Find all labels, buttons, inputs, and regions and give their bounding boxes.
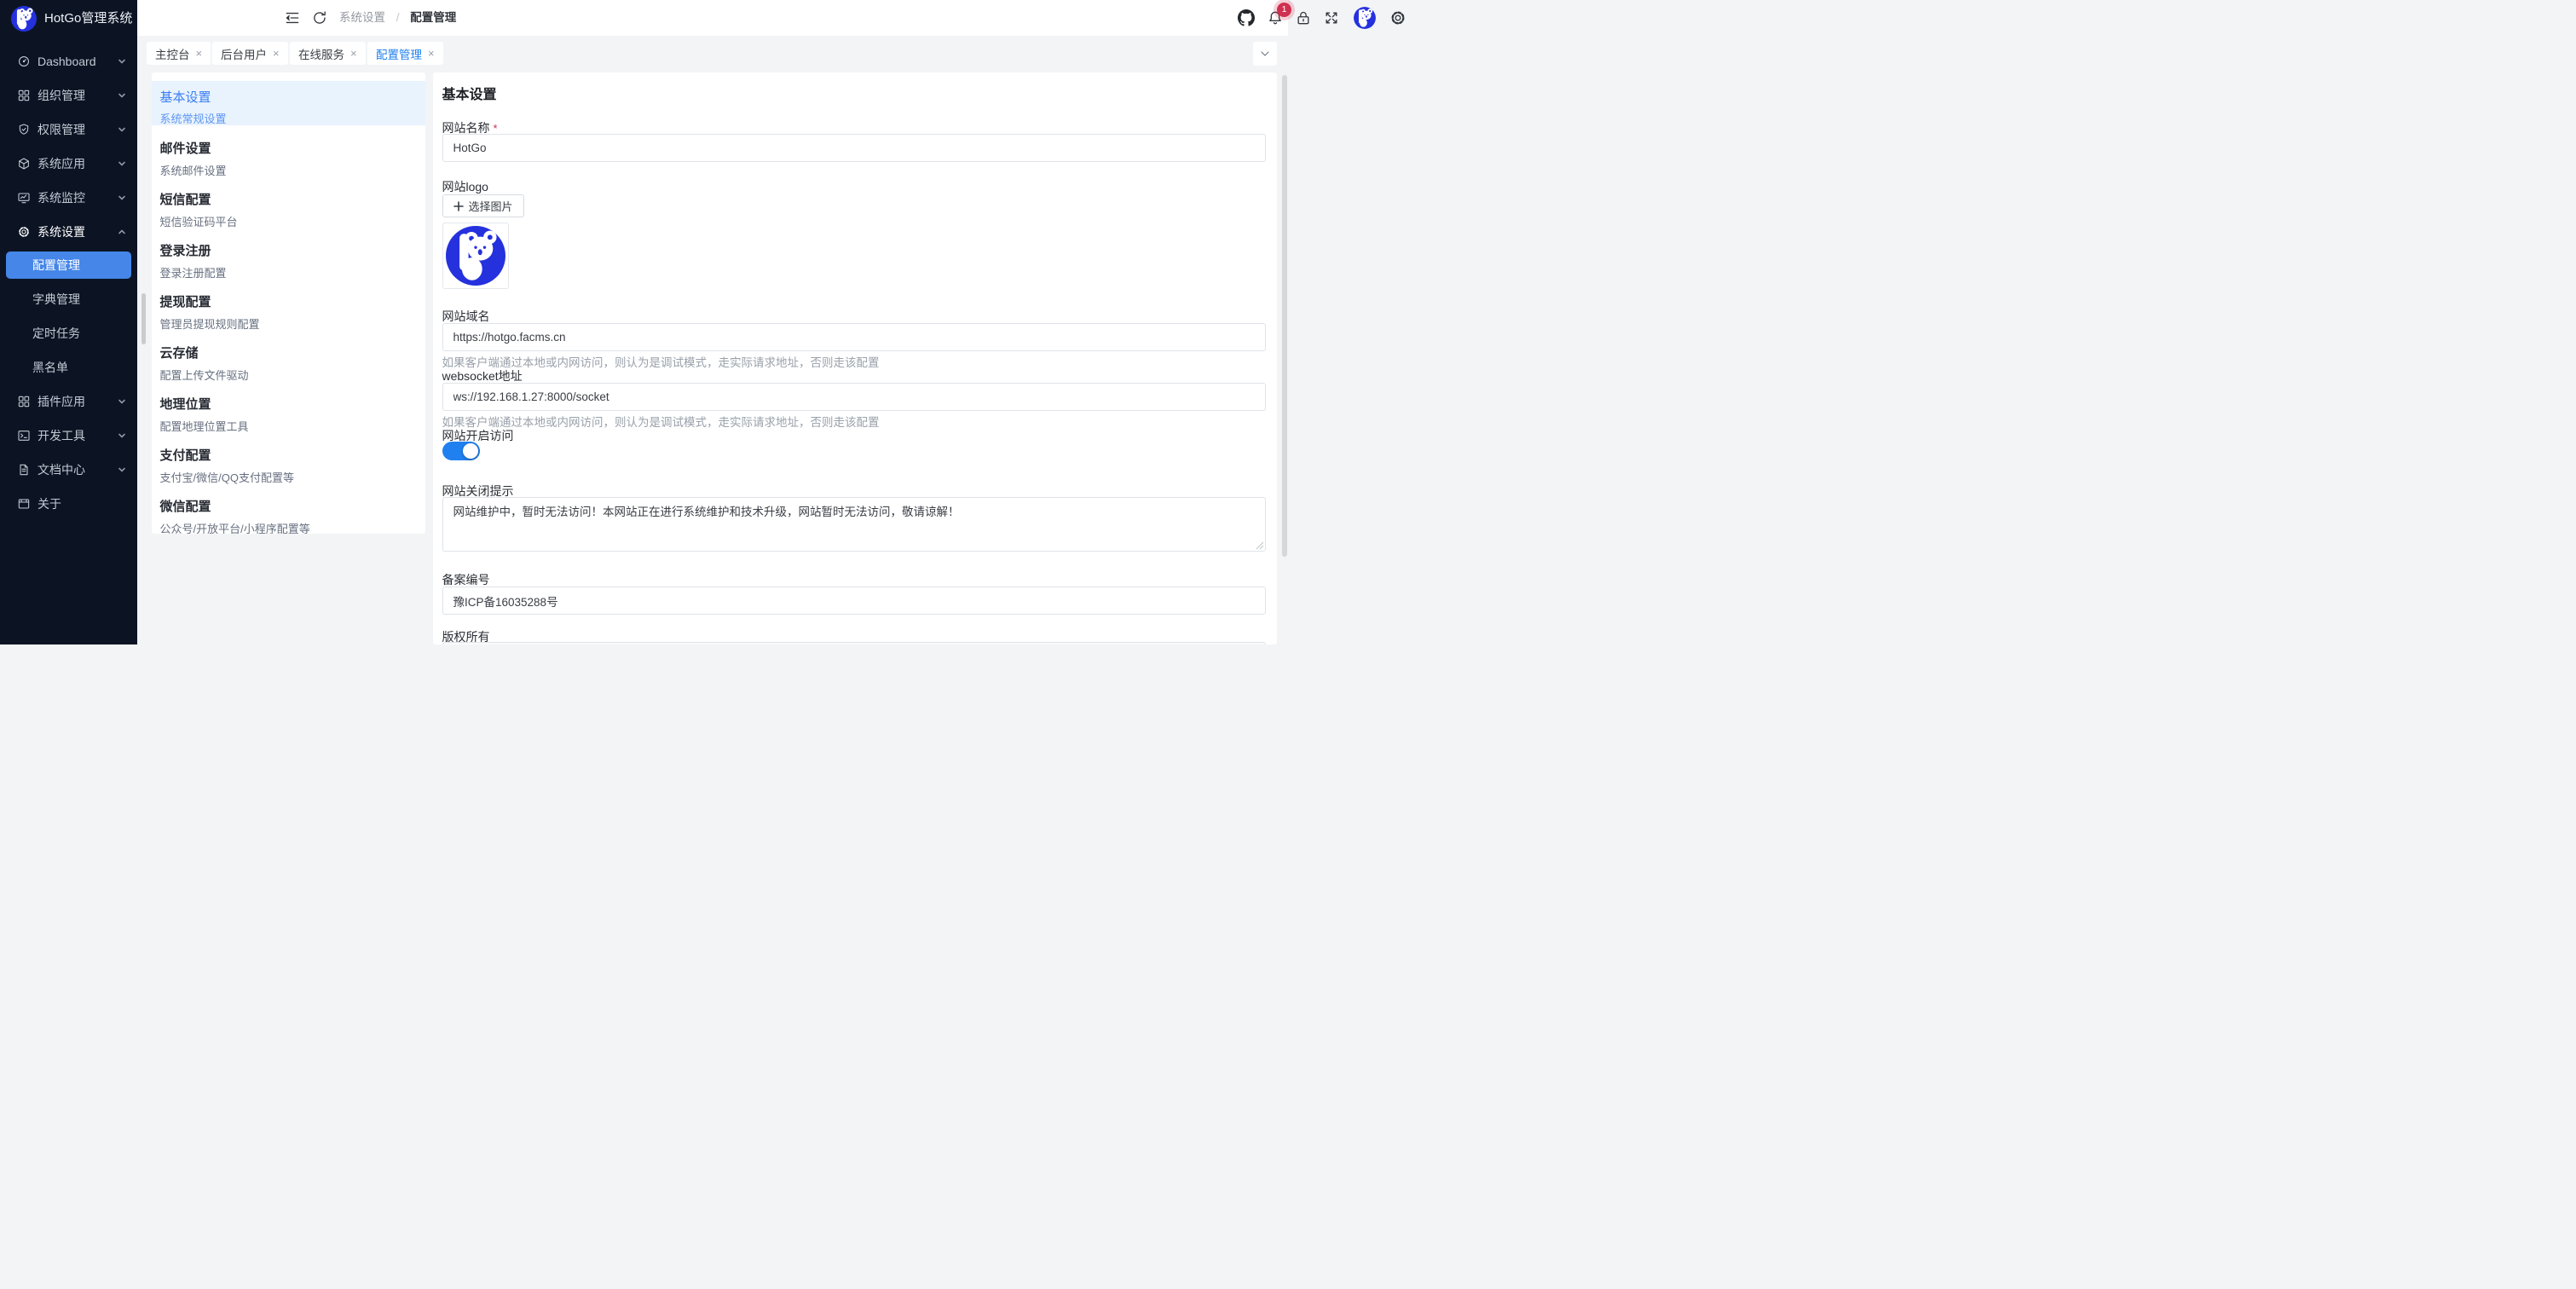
refresh-icon[interactable] [311, 9, 328, 26]
websocket-input[interactable] [442, 383, 1266, 411]
fullscreen-icon[interactable] [1323, 9, 1340, 26]
chevron-down-icon [1259, 48, 1271, 60]
sidebar-item-system-settings[interactable]: 系统设置 [0, 215, 137, 249]
tab-online-service[interactable]: 在线服务 × [290, 42, 366, 65]
icp-label: 备案编号 [442, 571, 490, 588]
settings-menu-item-wechat[interactable]: 微信配置 公众号/开放平台/小程序配置等 [152, 497, 425, 534]
tab-bar: 主控台 × 后台用户 × 在线服务 × 配置管理 × [137, 36, 1288, 72]
sidebar-item-plugins[interactable]: 插件应用 [0, 384, 137, 419]
settings-menu-card: 基本设置 系统常规设置 邮件设置 系统邮件设置 短信配置 短信验证码平台 登录注… [152, 72, 425, 534]
sidebar-item-docs-center[interactable]: 文档中心 [0, 453, 137, 487]
site-domain-input[interactable] [442, 323, 1266, 351]
gear-icon [17, 225, 31, 239]
required-mark: * [494, 122, 498, 135]
tab-backend-users[interactable]: 后台用户 × [212, 42, 288, 65]
sidebar-subitem-dictionary[interactable]: 字典管理 [0, 282, 137, 316]
chevron-down-icon [118, 465, 126, 474]
sidebar-item-about[interactable]: 关于 [0, 487, 137, 521]
koala-logo-image [446, 226, 505, 286]
breadcrumb: 系统设置 / 配置管理 [339, 0, 456, 36]
close-icon[interactable]: × [350, 47, 357, 60]
document-icon [17, 463, 31, 477]
sidebar: HotGo管理系统 Dashboard 组织管理 权限管理 系统应用 系统 [0, 0, 137, 644]
monitor-chart-icon [17, 191, 31, 205]
chevron-down-icon [118, 397, 126, 406]
lock-icon[interactable] [1295, 9, 1312, 26]
sidebar-subitem-blacklist[interactable]: 黑名单 [0, 350, 137, 384]
tab-dashboard[interactable]: 主控台 × [147, 42, 211, 65]
site-logo-preview[interactable] [442, 223, 509, 289]
top-header: 系统设置 / 配置管理 1 [137, 0, 1288, 36]
form-title: 基本设置 [442, 83, 497, 103]
settings-menu-item-payment[interactable]: 支付配置 支付宝/微信/QQ支付配置等 [152, 446, 425, 485]
speedometer-icon [17, 55, 31, 68]
chevron-down-icon [118, 57, 126, 66]
close-icon[interactable]: × [428, 47, 435, 60]
sidebar-item-system-apps[interactable]: 系统应用 [0, 147, 137, 181]
plus-icon [453, 201, 464, 211]
chevron-down-icon [118, 431, 126, 440]
settings-menu-item-basic[interactable]: 基本设置 系统常规设置 [152, 81, 425, 125]
tab-config-management[interactable]: 配置管理 × [367, 42, 443, 65]
user-avatar[interactable] [1354, 7, 1376, 29]
cube-icon [17, 157, 31, 171]
github-icon[interactable] [1238, 9, 1255, 26]
settings-menu-item-geo[interactable]: 地理位置 配置地理位置工具 [152, 395, 425, 434]
settings-menu-item-login[interactable]: 登录注册 登录注册配置 [152, 241, 425, 280]
close-icon[interactable]: × [196, 47, 203, 60]
toggle-knob [463, 443, 478, 459]
site-name-input[interactable] [442, 134, 1266, 162]
tab-collapse-button[interactable] [1253, 42, 1277, 66]
sidebar-subitem-scheduled-tasks[interactable]: 定时任务 [0, 316, 137, 350]
close-icon[interactable]: × [273, 47, 280, 60]
sidebar-item-system-monitor[interactable]: 系统监控 [0, 181, 137, 215]
chevron-down-icon [118, 125, 126, 134]
content-area: 基本设置 系统常规设置 邮件设置 系统邮件设置 短信配置 短信验证码平台 登录注… [137, 72, 1288, 644]
settings-menu-item-withdraw[interactable]: 提现配置 管理员提现规则配置 [152, 292, 425, 332]
sidebar-scrollbar-thumb[interactable] [142, 293, 146, 344]
site-logo-label: 网站logo [442, 178, 488, 195]
chevron-down-icon [118, 194, 126, 202]
about-frame-icon [17, 497, 31, 511]
copyright-input[interactable] [442, 642, 1266, 644]
breadcrumb-separator: / [396, 11, 400, 24]
app-logo-row[interactable]: HotGo管理系统 [0, 0, 137, 38]
sidebar-item-permissions[interactable]: 权限管理 [0, 113, 137, 147]
sidebar-item-dashboard[interactable]: Dashboard [0, 44, 137, 78]
avatar-koala-icon [1354, 7, 1376, 29]
sidebar-item-organization[interactable]: 组织管理 [0, 78, 137, 113]
icp-input[interactable] [442, 587, 1266, 615]
pick-image-button[interactable]: 选择图片 [442, 194, 524, 217]
sidebar-item-dev-tools[interactable]: 开发工具 [0, 419, 137, 453]
settings-gear-icon[interactable] [1389, 9, 1406, 26]
shield-check-icon [17, 123, 31, 136]
close-tip-textarea[interactable]: 网站维护中，暂时无法访问！本网站正在进行系统维护和技术升级，网站暂时无法访问，敬… [442, 497, 1266, 552]
chevron-up-icon [118, 228, 126, 236]
app-title: HotGo管理系统 [44, 0, 132, 38]
page-scrollbar-thumb[interactable] [1282, 75, 1287, 557]
settings-menu-item-cloud-storage[interactable]: 云存储 配置上传文件驱动 [152, 344, 425, 383]
notification-badge: 1 [1277, 3, 1291, 17]
chevron-down-icon [118, 91, 126, 100]
breadcrumb-current: 配置管理 [410, 11, 456, 24]
sidebar-subitem-config-management[interactable]: 配置管理 [6, 251, 131, 279]
chevron-down-icon [118, 159, 126, 168]
settings-menu-item-email[interactable]: 邮件设置 系统邮件设置 [152, 139, 425, 178]
site-access-toggle[interactable] [442, 442, 480, 460]
apps-icon [17, 395, 31, 408]
menu-fold-icon[interactable] [284, 9, 301, 26]
grid-icon [17, 89, 31, 102]
settings-menu-item-sms[interactable]: 短信配置 短信验证码平台 [152, 190, 425, 229]
site-domain-label: 网站域名 [442, 308, 490, 325]
terminal-icon [17, 429, 31, 442]
websocket-label: websocket地址 [442, 367, 523, 384]
breadcrumb-parent[interactable]: 系统设置 [339, 11, 385, 24]
basic-settings-form: 基本设置 网站名称* 网站logo 选择图片 网站域名 如果客户端通过本地或内网 [433, 72, 1277, 644]
koala-logo-icon [11, 6, 37, 32]
